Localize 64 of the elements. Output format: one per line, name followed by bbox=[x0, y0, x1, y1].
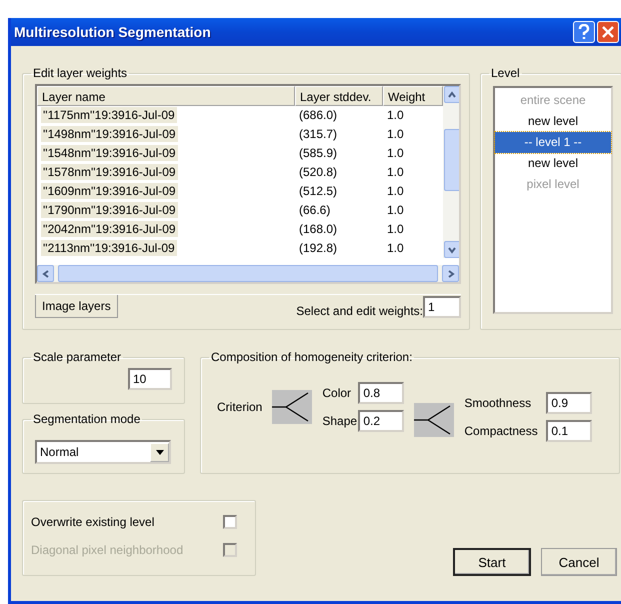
shape-label: Shape bbox=[322, 414, 354, 428]
column-header[interactable]: Weight bbox=[383, 86, 443, 106]
table-cell: ''2113nm''19:3916-Jul-09 bbox=[41, 240, 177, 256]
close-icon bbox=[602, 26, 614, 38]
color-field[interactable]: 0.8 bbox=[358, 382, 404, 404]
branch-icon bbox=[414, 403, 454, 437]
option-label: Overwrite existing level bbox=[31, 515, 154, 529]
compactness-label: Compactness bbox=[464, 424, 539, 438]
shape-field[interactable]: 0.2 bbox=[358, 410, 404, 432]
caret-icon bbox=[156, 450, 164, 454]
cancel-button[interactable]: Cancel bbox=[541, 548, 617, 576]
table-cell-text: 1.0 bbox=[386, 221, 405, 238]
smoothness-field[interactable]: 0.9 bbox=[546, 392, 592, 414]
compactness-field[interactable]: 0.1 bbox=[546, 420, 592, 442]
checkbox[interactable] bbox=[223, 515, 237, 529]
table-cell-text: (66.6) bbox=[298, 202, 332, 219]
weights-field[interactable]: 1 bbox=[423, 296, 461, 318]
table-cell: ''1578nm''19:3916-Jul-09 bbox=[41, 164, 178, 180]
table-cell: ''1175nm''19:3916-Jul-09 bbox=[41, 107, 177, 123]
column-header[interactable]: Layer stddev. bbox=[295, 86, 383, 106]
group-title: Composition of homogeneity criterion: bbox=[210, 350, 414, 364]
table-cell: ''1498nm''19:3916-Jul-09 bbox=[41, 126, 178, 142]
table-cell-text: 1.0 bbox=[386, 145, 405, 162]
table-cell-text: 1.0 bbox=[386, 240, 405, 257]
horizontal-scrollbar[interactable] bbox=[37, 265, 459, 282]
question-icon bbox=[578, 24, 590, 40]
weights-label: Select and edit weights: bbox=[296, 304, 423, 318]
scale-field[interactable]: 10 bbox=[128, 368, 172, 390]
color-label: Color bbox=[322, 386, 352, 400]
table-cell: ''1548nm''19:3916-Jul-09 bbox=[41, 145, 178, 161]
close-button[interactable] bbox=[597, 21, 619, 43]
table-cell-text: (192.8) bbox=[298, 240, 338, 257]
table-cell-text: 1.0 bbox=[386, 183, 405, 200]
table-cell-text: (168.0) bbox=[298, 221, 338, 238]
image-layers-tab[interactable]: Image layers bbox=[35, 295, 118, 318]
table-cell-text: 1.0 bbox=[386, 126, 405, 143]
group-title: Segmentation mode bbox=[32, 412, 142, 426]
table-cell-text: (512.5) bbox=[298, 183, 338, 200]
table-cell-text: (585.9) bbox=[298, 145, 338, 162]
table-cell-text: (315.7) bbox=[298, 126, 338, 143]
start-button[interactable]: Start bbox=[453, 548, 531, 576]
window-title: Multiresolution Segmentation bbox=[14, 24, 212, 40]
level-item[interactable]: new level bbox=[495, 153, 611, 174]
group-title: Level bbox=[490, 66, 521, 80]
level-item[interactable]: -- level 1 -- bbox=[495, 132, 611, 153]
criterion-label: Criterion bbox=[217, 400, 262, 414]
table-cell-text: 1.0 bbox=[386, 202, 405, 219]
table-cell: ''1609nm''19:3916-Jul-09 bbox=[41, 183, 178, 199]
table-cell-text: (520.8) bbox=[298, 164, 338, 181]
group-title: Scale parameter bbox=[32, 350, 122, 364]
mode-select[interactable]: Normal bbox=[35, 440, 171, 464]
table-cell-text: (686.0) bbox=[298, 107, 338, 124]
table-cell-text: 1.0 bbox=[386, 164, 405, 181]
table-cell-text: 1.0 bbox=[386, 107, 405, 124]
group-title: Edit layer weights bbox=[32, 66, 128, 80]
help-button[interactable] bbox=[573, 21, 595, 43]
level-item[interactable]: new level bbox=[495, 111, 611, 132]
smoothness-label: Smoothness bbox=[464, 396, 532, 410]
branch-icon bbox=[272, 390, 312, 424]
vertical-scrollbar[interactable] bbox=[443, 86, 459, 258]
table-cell: ''2042nm''19:3916-Jul-09 bbox=[41, 221, 178, 237]
table-cell: ''1790nm''19:3916-Jul-09 bbox=[41, 202, 178, 218]
option-label: Diagonal pixel neighborhood bbox=[31, 543, 184, 557]
column-header[interactable]: Layer name bbox=[37, 86, 295, 106]
